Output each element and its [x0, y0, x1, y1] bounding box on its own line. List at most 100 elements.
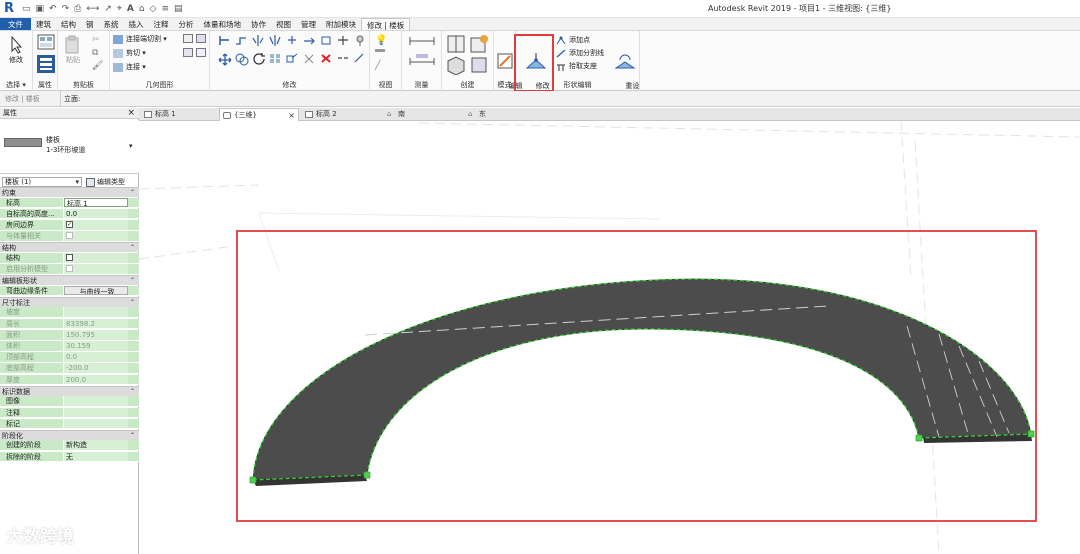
property-value[interactable] [64, 407, 128, 418]
split-face-icon[interactable] [183, 34, 193, 43]
mirror-draw-icon[interactable] [269, 35, 281, 46]
rotate-icon[interactable] [252, 53, 266, 66]
copy-icon[interactable]: ⧉ [92, 48, 98, 58]
property-value[interactable] [64, 396, 128, 407]
tab-architecture[interactable]: 建筑 [31, 18, 56, 30]
property-section[interactable]: 编辑板形状 ⌃ [0, 275, 139, 286]
tab-3d-view[interactable]: {三维} × [219, 108, 299, 121]
move-small-icon[interactable] [286, 35, 298, 46]
array-icon[interactable] [269, 53, 281, 64]
offset-icon[interactable] [235, 35, 247, 46]
collapse-icon[interactable]: ⌃ [130, 276, 135, 286]
mirror-axis-icon[interactable] [252, 35, 264, 46]
tab-massing-site[interactable]: 体量和场地 [199, 18, 247, 30]
modify-button[interactable]: 修改 [4, 35, 28, 65]
tab-file[interactable]: 文件 [0, 18, 31, 30]
tab-addins[interactable]: 附加模块 [321, 18, 361, 30]
create-group-icon[interactable] [469, 34, 489, 54]
collapse-icon[interactable]: ⌃ [130, 431, 135, 441]
revit-logo[interactable]: R [4, 1, 14, 16]
tab-systems[interactable]: 系统 [99, 18, 124, 30]
properties-icon[interactable] [36, 54, 56, 74]
copy-tool-icon[interactable] [303, 35, 315, 46]
add-split-line-button[interactable]: 添加分割线 [556, 48, 604, 58]
chevron-down-icon[interactable]: ▾ [129, 142, 133, 150]
panel-label-select[interactable]: 选择 ▾ [0, 80, 32, 90]
pin-icon[interactable] [354, 35, 366, 46]
join-cut-button[interactable]: 连接端切割 ▾ [113, 34, 167, 44]
copy-move-icon[interactable] [235, 53, 249, 66]
tab-insert[interactable]: 插入 [124, 18, 149, 30]
type-properties-icon[interactable] [36, 33, 56, 51]
tab-annotate[interactable]: 注释 [149, 18, 174, 30]
tag-icon[interactable]: ⌖ [117, 4, 122, 14]
tab-analyze[interactable]: 分析 [174, 18, 199, 30]
bulb-icon[interactable]: 💡 [375, 35, 387, 46]
create-similar-icon[interactable] [469, 55, 489, 75]
tab-east[interactable]: ⌂ 东 [465, 108, 545, 121]
property-value[interactable]: ✓ [64, 219, 128, 230]
measure-icon[interactable]: ⟷ [86, 4, 99, 14]
linework-icon[interactable]: ╱ [375, 61, 380, 71]
add-point-button[interactable]: 添加点 [556, 35, 590, 45]
cut-clip-icon[interactable]: ✂ [92, 35, 100, 45]
tab-level-1[interactable]: 标高 1 [141, 108, 217, 121]
property-value[interactable]: 新构造 [64, 440, 128, 451]
dimension-icon[interactable]: ↗ [104, 4, 112, 14]
property-section[interactable]: 阶段化 ⌃ [0, 429, 139, 441]
vertex-handle[interactable] [1027, 430, 1035, 438]
property-value[interactable]: 无 [64, 451, 128, 462]
trim-extend-icon[interactable] [354, 53, 366, 64]
collapse-icon[interactable]: ⌃ [130, 188, 135, 198]
property-value[interactable] [64, 418, 128, 429]
property-section[interactable]: 尺寸标注 ⌃ [0, 296, 139, 308]
open-icon[interactable]: ▭ [22, 4, 31, 14]
paste-button[interactable]: 粘贴 [62, 35, 84, 65]
type-selector[interactable]: 楼板 1-3环形坡道 ▾ [0, 120, 139, 174]
3d-view-icon[interactable]: ⌂ [139, 4, 145, 14]
trim-icon[interactable] [320, 35, 332, 46]
property-value[interactable]: 标高 1 [64, 197, 128, 208]
tab-manage[interactable]: 管理 [296, 18, 321, 30]
move-icon[interactable] [218, 53, 232, 66]
tab-collaborate[interactable]: 协作 [246, 18, 271, 30]
tab-steel[interactable]: 钢 [81, 18, 99, 30]
close-icon[interactable]: × [127, 108, 135, 119]
measure-distance-icon[interactable] [408, 35, 436, 47]
property-section[interactable]: 标识数据 ⌃ [0, 385, 139, 397]
redo-icon[interactable]: ↷ [62, 4, 70, 14]
join-button[interactable]: 连接 ▾ [113, 62, 146, 72]
tab-level-2[interactable]: 标高 2 [302, 108, 382, 121]
vertex-handle[interactable] [915, 434, 923, 442]
save-icon[interactable]: ▣ [36, 4, 45, 14]
align-icon[interactable] [218, 35, 230, 46]
pick-supports-button[interactable]: 拾取支座 [556, 61, 597, 71]
tab-modify-floor[interactable]: 修改 | 楼板 [361, 18, 411, 30]
create-assembly-icon[interactable] [446, 55, 466, 75]
override-graphics-icon[interactable] [375, 49, 385, 52]
curved-edge-button[interactable]: 与曲线一致 [64, 285, 128, 296]
unpin-icon[interactable] [303, 53, 315, 64]
cut-button[interactable]: 剪切 ▾ [113, 48, 146, 58]
paint-icon[interactable] [196, 34, 206, 43]
checkbox[interactable] [66, 253, 73, 261]
collapse-icon[interactable]: ⌃ [130, 298, 135, 308]
tab-view[interactable]: 视图 [271, 18, 296, 30]
undo-icon[interactable]: ↶ [49, 4, 57, 14]
section-icon[interactable]: ◇ [150, 4, 157, 14]
tab-structure[interactable]: 结构 [56, 18, 81, 30]
match-type-icon[interactable]: 🖌 [92, 61, 103, 71]
delete-icon[interactable] [320, 53, 332, 64]
print-icon[interactable]: ⎙ [74, 4, 81, 14]
collapse-icon[interactable]: ⌃ [130, 387, 135, 397]
text-icon[interactable]: A [127, 4, 134, 14]
vertex-handle[interactable] [249, 476, 257, 484]
property-value[interactable]: 0.0 [64, 208, 128, 219]
aligned-dimension-icon[interactable] [408, 53, 436, 65]
property-value[interactable] [64, 252, 128, 263]
scale-icon[interactable] [286, 53, 298, 64]
checkbox[interactable]: ✓ [66, 220, 73, 228]
vertex-handle[interactable] [363, 471, 371, 479]
tab-south[interactable]: ⌂ 南 [384, 108, 464, 121]
wall-joins-icon[interactable] [183, 48, 193, 57]
